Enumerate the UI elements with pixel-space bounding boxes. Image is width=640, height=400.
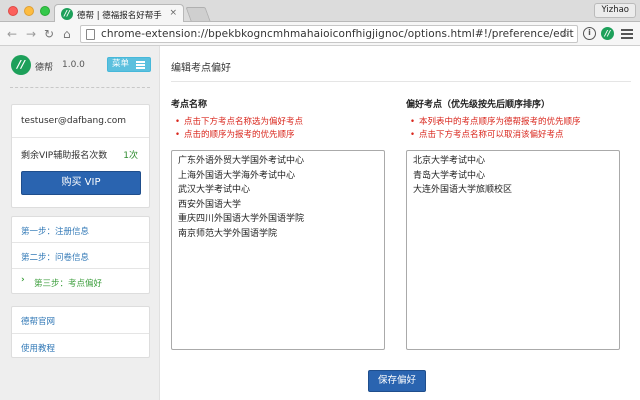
vip-count-value: 1次 (123, 151, 138, 161)
tab-close-icon[interactable]: × (169, 8, 177, 18)
browser-toolbar: ← → ↻ ⌂ chrome-extension://bpekbkogncmhm… (0, 22, 640, 46)
sidebar-divider (10, 87, 150, 88)
tab-title: 德帮 | 德福报名好帮手 (77, 11, 162, 21)
steps-nav: 第一步：注册信息 第二步：问卷信息 › 第三步：考点偏好 (11, 216, 150, 294)
browser-tab-active[interactable]: // 德帮 | 德福报名好帮手 × (54, 4, 184, 23)
browser-titlebar: // 德帮 | 德福报名好帮手 × Yizhao (0, 0, 640, 23)
link-tutorial[interactable]: 使用教程 (12, 333, 149, 359)
link-label: 使用教程 (21, 344, 56, 354)
reload-icon[interactable]: ↻ (44, 27, 54, 41)
brand-logo-icon: // (11, 55, 31, 75)
preferred-centers-hints: 本列表中的考点顺序为德帮报考的优先顺序 点击下方考点名称可以取消该偏好考点 (408, 116, 581, 141)
exam-center-option[interactable]: 上海外国语大学海外考试中心 (178, 169, 378, 184)
tab-favicon-icon: // (61, 8, 73, 20)
browser-menu-icon[interactable] (621, 29, 633, 41)
preferred-center-option[interactable]: 青岛大学考试中心 (413, 169, 613, 184)
maximize-window-button[interactable] (40, 6, 50, 16)
exam-centers-list[interactable]: 广东外语外贸大学国外考试中心 上海外国语大学海外考试中心 武汉大学考试中心 西安… (171, 150, 385, 350)
exam-center-option[interactable]: 武汉大学考试中心 (178, 183, 378, 198)
link-official-site[interactable]: 德帮官网 (12, 307, 149, 333)
address-url[interactable]: chrome-extension://bpekbkogncmhmahaioico… (101, 28, 574, 40)
back-arrow-icon[interactable]: ← (7, 27, 17, 41)
page-title: 编辑考点偏好 (171, 63, 231, 74)
hamburger-icon (136, 61, 145, 70)
preferred-centers-heading: 偏好考点（优先级按先后顺序排序） (406, 100, 551, 110)
exam-center-option[interactable]: 西安外国语大学 (178, 198, 378, 213)
exam-center-option[interactable]: 南京师范大学外国语学院 (178, 227, 378, 242)
extension-logo-icon[interactable]: // (601, 27, 614, 40)
hint-item: 点击下方考点名称可以取消该偏好考点 (408, 129, 581, 142)
close-window-button[interactable] (8, 6, 18, 16)
app-version: 1.0.0 (62, 60, 85, 70)
chevron-right-icon: › (21, 275, 25, 285)
main-panel: 编辑考点偏好 考点名称 点击下方考点名称选为偏好考点 点击的顺序为报考的优先顺序… (161, 46, 640, 400)
preferred-center-option[interactable]: 大连外国语大学旅顺校区 (413, 183, 613, 198)
step-register[interactable]: 第一步：注册信息 (12, 217, 149, 243)
forward-arrow-icon[interactable]: → (26, 27, 36, 41)
account-email: testuser@dafbang.com (21, 116, 127, 126)
menu-button[interactable]: 菜单 (107, 57, 151, 72)
page-content: // 德帮 1.0.0 菜单 testuser@dafbang.com 剩余VI… (0, 46, 640, 400)
exam-centers-hints: 点击下方考点名称选为偏好考点 点击的顺序为报考的优先顺序 (173, 116, 303, 141)
menu-button-label: 菜单 (112, 59, 130, 69)
links-nav: 德帮官网 使用教程 (11, 306, 150, 358)
save-preference-button[interactable]: 保存偏好 (368, 370, 426, 392)
page-icon (86, 29, 95, 40)
step-label: 第三步：考点偏好 (34, 279, 103, 289)
step-label: 第一步：注册信息 (21, 227, 90, 237)
bookmark-star-icon[interactable]: ☆ (559, 26, 571, 41)
link-label: 德帮官网 (21, 317, 56, 327)
exam-centers-heading: 考点名称 (171, 100, 208, 110)
hint-item: 点击下方考点名称选为偏好考点 (173, 116, 303, 129)
home-icon[interactable]: ⌂ (63, 27, 71, 41)
vip-count-label: 剩余VIP辅助报名次数 (21, 151, 108, 161)
new-tab-button[interactable] (185, 7, 211, 21)
buy-vip-button[interactable]: 购买 VIP (21, 171, 141, 195)
minimize-window-button[interactable] (24, 6, 34, 16)
title-divider (171, 81, 631, 82)
profile-button[interactable]: Yizhao (594, 3, 636, 18)
step-questionnaire[interactable]: 第二步：问卷信息 (12, 243, 149, 269)
account-panel: testuser@dafbang.com 剩余VIP辅助报名次数 1次 购买 V… (11, 104, 150, 208)
step-label: 第二步：问卷信息 (21, 253, 90, 263)
info-icon[interactable]: i (583, 27, 596, 40)
address-bar[interactable]: chrome-extension://bpekbkogncmhmahaioico… (80, 25, 578, 43)
hint-item: 点击的顺序为报考的优先顺序 (173, 129, 303, 142)
preferred-center-option[interactable]: 北京大学考试中心 (413, 154, 613, 169)
exam-center-option[interactable]: 广东外语外贸大学国外考试中心 (178, 154, 378, 169)
step-preference[interactable]: › 第三步：考点偏好 (12, 269, 149, 295)
exam-center-option[interactable]: 重庆四川外国语大学外国语学院 (178, 212, 378, 227)
sidebar: // 德帮 1.0.0 菜单 testuser@dafbang.com 剩余VI… (0, 46, 160, 400)
preferred-centers-list[interactable]: 北京大学考试中心 青岛大学考试中心 大连外国语大学旅顺校区 (406, 150, 620, 350)
hint-item: 本列表中的考点顺序为德帮报考的优先顺序 (408, 116, 581, 129)
brand-name: 德帮 (35, 63, 54, 73)
account-divider (12, 137, 149, 138)
